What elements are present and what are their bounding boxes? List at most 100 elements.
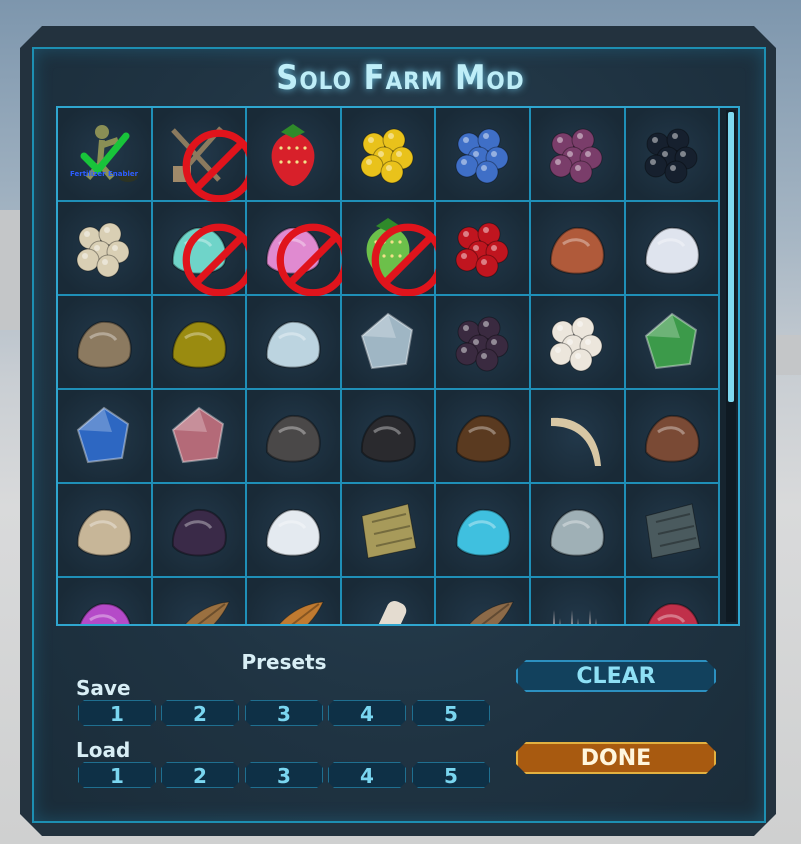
grid-cell[interactable] (436, 578, 531, 624)
item-grid: Fertilizer Enabler (58, 108, 721, 624)
save-label: Save (76, 676, 131, 700)
grid-cell[interactable] (436, 202, 531, 296)
mixed-seeds-icon (550, 226, 606, 275)
black-berries-icon (644, 128, 698, 184)
item-label: Fertilizer Enabler (70, 170, 139, 178)
stone-icon (77, 320, 133, 369)
green-gem-icon (644, 312, 697, 370)
charcoal-pile-icon (266, 414, 322, 463)
grid-cell[interactable] (530, 202, 626, 296)
grid-cell[interactable] (58, 484, 153, 578)
grid-cell[interactable] (58, 202, 153, 296)
grid-cell[interactable] (625, 202, 721, 296)
white-bone-icon (369, 601, 407, 624)
white-pearls-icon (549, 316, 603, 372)
grid-cell[interactable] (152, 390, 248, 484)
grid-cell[interactable] (152, 484, 248, 578)
grid-cell[interactable] (436, 296, 531, 390)
grid-cell[interactable] (247, 202, 350, 297)
grid-cell[interactable] (247, 484, 342, 578)
purple-berries-icon (549, 128, 603, 184)
grid-cell[interactable] (247, 296, 342, 390)
yellow-berries-icon (360, 128, 414, 184)
circuit-plate-icon (361, 503, 417, 559)
load-label: Load (76, 738, 131, 762)
strawberry-icon (272, 124, 315, 186)
grid-cell[interactable] (530, 390, 626, 484)
grid-cell[interactable] (625, 108, 721, 202)
save-slot-2[interactable]: 2 (161, 700, 239, 726)
grid-cell[interactable] (625, 390, 721, 484)
load-slot-5[interactable]: 5 (412, 762, 490, 788)
grid-scrollbar-thumb[interactable] (728, 112, 734, 402)
load-slot-4[interactable]: 4 (328, 762, 406, 788)
silica-icon (266, 320, 322, 369)
grid-cell[interactable] (436, 484, 531, 578)
done-button[interactable]: DONE (516, 742, 716, 774)
load-slot-3[interactable]: 3 (245, 762, 323, 788)
save-slot-1[interactable]: 1 (78, 700, 156, 726)
grid-cell[interactable] (436, 390, 531, 484)
brown-leaf-icon (468, 601, 514, 624)
grid-cell[interactable] (247, 578, 342, 624)
red-coral-icon (647, 602, 699, 624)
grid-cell[interactable] (58, 390, 153, 484)
orange-wood-icon (279, 601, 325, 624)
grid-cell[interactable] (58, 296, 153, 390)
window-title: Solo Farm Mod (276, 58, 525, 98)
spikes-icon (553, 610, 597, 624)
cyan-crystal-pile-icon (455, 508, 511, 557)
save-slot-3[interactable]: 3 (245, 700, 323, 726)
grid-cell[interactable] (341, 578, 437, 624)
silver-flakes-icon (550, 508, 606, 557)
obsidian-icon (361, 414, 416, 463)
save-slot-4[interactable]: 4 (328, 700, 406, 726)
grid-cell[interactable] (530, 578, 626, 624)
sulfur-icon (171, 320, 227, 369)
white-berries-branch-icon (76, 222, 130, 278)
grid-cell[interactable] (58, 578, 153, 624)
white-crystal-icon (266, 508, 322, 557)
grid-cell[interactable] (530, 108, 626, 202)
element-dust-icon (171, 508, 227, 557)
grid-cell[interactable] (341, 390, 437, 484)
crystal-ore-icon (360, 312, 414, 370)
grid-cell[interactable] (530, 296, 626, 390)
grid-cell[interactable] (152, 202, 255, 297)
fertilizer-enabler-icon (80, 125, 139, 182)
grid-cell[interactable] (625, 296, 721, 390)
load-slot-2[interactable]: 2 (161, 762, 239, 788)
grid-cell[interactable] (152, 108, 255, 203)
item-grid-viewport[interactable]: Fertilizer Enabler (56, 106, 740, 626)
metal-ore-icon (644, 414, 700, 463)
tusk-icon (551, 417, 602, 466)
grid-cell[interactable] (436, 108, 531, 202)
scale-mesh-icon (645, 503, 701, 559)
chitin-shell-icon (455, 414, 511, 463)
red-gem-icon (171, 406, 224, 464)
blue-berries-icon (455, 128, 509, 184)
clay-icon (77, 508, 133, 557)
blue-gem-icon (77, 406, 130, 464)
grid-cell[interactable] (341, 202, 445, 297)
grid-cell[interactable] (341, 484, 437, 578)
grid-cell[interactable] (152, 578, 248, 624)
grid-cell[interactable] (341, 108, 437, 202)
grid-cell[interactable] (530, 484, 626, 578)
grid-cell[interactable] (625, 484, 721, 578)
presets-title: Presets (241, 650, 327, 674)
grid-cell[interactable] (625, 578, 721, 624)
red-cherries-icon (455, 222, 509, 278)
clear-button[interactable]: CLEAR (516, 660, 716, 692)
salt-pile-icon (644, 226, 700, 275)
grid-cell[interactable] (341, 296, 437, 390)
grid-cell[interactable] (247, 390, 342, 484)
save-slot-5[interactable]: 5 (412, 700, 490, 726)
grid-cell[interactable] (152, 296, 248, 390)
grid-scrollbar[interactable] (726, 110, 736, 622)
load-slot-1[interactable]: 1 (78, 762, 156, 788)
grid-cell[interactable] (247, 108, 342, 202)
grid-cell[interactable]: Fertilizer Enabler (58, 108, 153, 202)
black-pearls-icon (455, 316, 509, 372)
wood-icon (184, 601, 230, 624)
